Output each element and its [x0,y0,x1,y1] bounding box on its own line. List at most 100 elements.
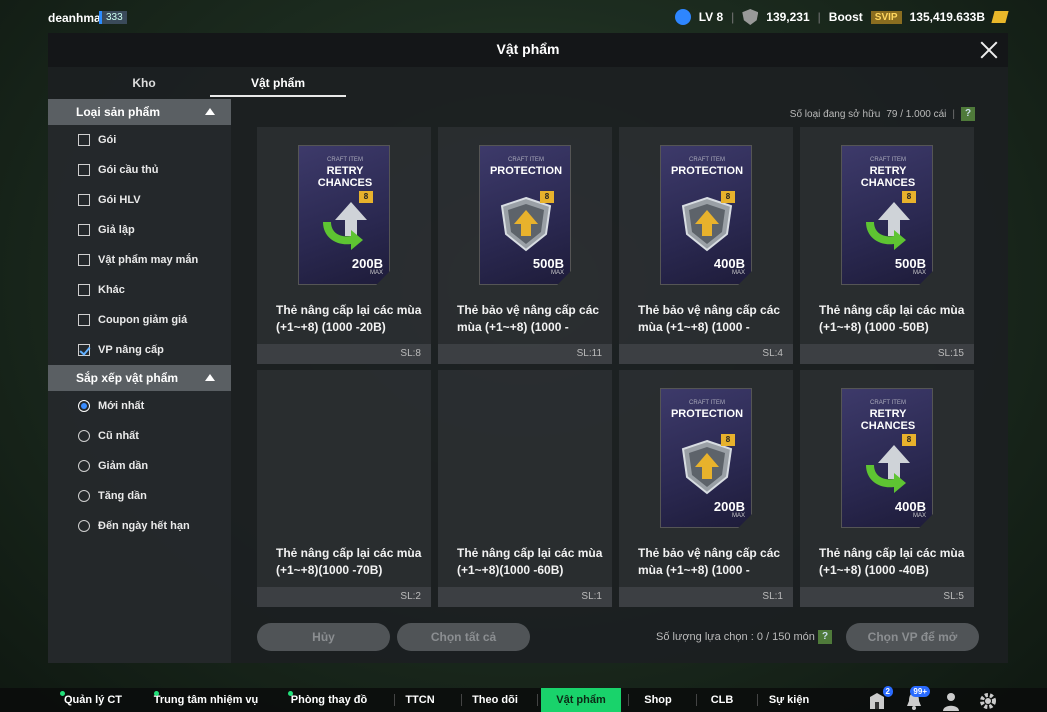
user-badge: 333 [99,11,127,24]
nav-separator [394,694,395,706]
cancel-button[interactable]: Hủy [257,623,390,651]
card-title: RETRY CHANCES [860,408,916,432]
product-type-header[interactable]: Loại sản phẩm [48,99,231,125]
sort-label: Giảm dần [98,460,149,472]
open-items-button[interactable]: Chọn VP để mở [846,623,979,651]
tab-vat-pham[interactable]: Vật phẩm [210,73,346,97]
checkbox[interactable] [78,224,90,236]
bell-badge: 99+ [910,686,930,697]
sort-label: Tăng dần [98,490,147,502]
shield-up-icon [681,439,733,495]
card-max: MAX [731,270,745,276]
level-icon [674,9,691,25]
sort-header[interactable]: Sắp xếp vật phẩm [48,365,231,391]
sort-option[interactable]: Mới nhất [48,391,231,421]
item-card[interactable]: CRAFT ITEM RETRY CHANCES 8 500B MAX Thẻ nâng … [800,127,974,364]
sort-option[interactable]: Cũ nhất [48,421,231,451]
card-tag: CRAFT ITEM [870,157,906,163]
owned-value: 79 / 1.000 cái [886,108,947,120]
card-level: 8 [540,191,554,203]
item-card[interactable]: CRAFT ITEM PROTECTION 8 200B MAX Thẻ bảo vệ n… [619,370,793,607]
radio-button[interactable] [78,490,90,502]
nav-item[interactable]: Theo dõi [465,688,525,712]
sort-header-label: Sắp xếp vật phẩm [76,371,179,385]
nav-item[interactable]: Shop [632,688,684,712]
item-name: Thẻ nâng cấp lại các mùa (+1~+8) (1000 -… [819,303,965,334]
stats-separator: | [817,10,821,24]
item-quantity: SL:11 [576,348,602,359]
item-card[interactable]: Thẻ nâng cấp lại các mùa (+1~+8)(1000 -6… [438,370,612,607]
card-value: 500B [894,256,926,271]
item-card[interactable]: CRAFT ITEM RETRY CHANCES 8 200B MAX Thẻ nâng … [257,127,431,364]
item-card[interactable]: CRAFT ITEM PROTECTION 8 400B MAX Thẻ bảo vệ n… [619,127,793,364]
checkbox[interactable] [78,164,90,176]
boost-label: Boost [828,10,863,24]
filter-item[interactable]: Khác [48,275,231,305]
notification-dot [60,691,65,696]
protection-card-art: CRAFT ITEM PROTECTION 8 500B MAX [479,145,571,285]
username: deanhma [48,11,101,25]
nav-separator [461,694,462,706]
sort-option[interactable]: Tăng dần [48,481,231,511]
item-quantity: SL:2 [400,591,421,602]
filter-item[interactable]: Coupon giảm giá [48,305,231,335]
radio-button[interactable] [78,460,90,472]
item-card[interactable]: CRAFT ITEM PROTECTION 8 500B MAX Thẻ bảo vệ n… [438,127,612,364]
nav-item[interactable]: Trung tâm nhiệm vụ [152,688,260,712]
select-all-button[interactable]: Chọn tất cả [397,623,530,651]
nav-item[interactable]: Quản lý CT [58,688,128,712]
item-card[interactable]: Thẻ nâng cấp lại các mùa (+1~+8)(1000 -7… [257,370,431,607]
top-bar: deanhma 333 LV 8 | 139,231 | Boost SVIP … [0,0,1047,34]
sort-option[interactable]: Giảm dần [48,451,231,481]
card-emblem [317,196,373,257]
card-level: 8 [721,191,735,203]
card-tag: CRAFT ITEM [508,157,544,163]
checkbox[interactable] [78,254,90,266]
nav-separator [537,694,538,706]
profile-icon[interactable] [941,691,961,711]
quantity-bar: SL:15 [800,344,974,364]
radio-button[interactable] [78,430,90,442]
filter-item[interactable]: Vật phẩm may mắn [48,245,231,275]
filter-item[interactable]: Gói HLV [48,185,231,215]
card-emblem [679,439,735,500]
item-name: Thẻ bảo vệ nâng cấp các mùa (+1~+8) (100… [638,303,781,334]
checkbox[interactable] [78,284,90,296]
filter-label: Gói [98,134,117,146]
radio-button[interactable] [78,520,90,532]
nav-item[interactable]: Vật phẩm [541,688,621,712]
card-value: 400B [713,256,745,271]
nav-item[interactable]: CLB [700,688,744,712]
retry-card-art: CRAFT ITEM RETRY CHANCES 8 400B MAX [841,388,933,528]
close-icon[interactable] [978,39,1000,61]
checkbox[interactable] [78,314,90,326]
filter-item[interactable]: Giả lập [48,215,231,245]
checkbox[interactable] [78,194,90,206]
help-icon[interactable]: ? [818,630,832,644]
bell-icon[interactable]: 99+ [904,686,930,711]
quantity-bar: SL:8 [257,344,431,364]
checkbox[interactable] [78,134,90,146]
quantity-bar: SL:5 [800,587,974,607]
bottom-nav: 2 99+ Quản lý CT Trung tâm nhiệm vụ Phòng … [0,686,1047,712]
sort-option[interactable]: Đến ngày hết hạn [48,511,231,541]
checkbox[interactable] [78,344,90,356]
nav-item[interactable]: TTCN [398,688,442,712]
radio-button[interactable] [78,400,90,412]
settings-gear-icon[interactable] [978,691,998,711]
help-icon[interactable]: ? [961,107,975,121]
filter-item[interactable]: Gói cầu thủ [48,155,231,185]
filter-label: Khác [98,284,125,296]
mail-icon[interactable]: 2 [867,686,893,711]
filter-item[interactable]: Gói [48,125,231,155]
card-level: 8 [359,191,373,203]
card-value: 500B [532,256,564,271]
retry-arrow-icon [866,445,910,493]
nav-item[interactable]: Sự kiện [761,688,817,712]
nav-item[interactable]: Phòng thay đồ [286,688,372,712]
filter-item[interactable]: VP nâng cấp [48,335,231,365]
sort-label: Cũ nhất [98,430,139,442]
notification-dot [288,691,293,696]
tab-kho[interactable]: Kho [76,73,212,97]
item-card[interactable]: CRAFT ITEM RETRY CHANCES 8 400B MAX Thẻ nâng … [800,370,974,607]
